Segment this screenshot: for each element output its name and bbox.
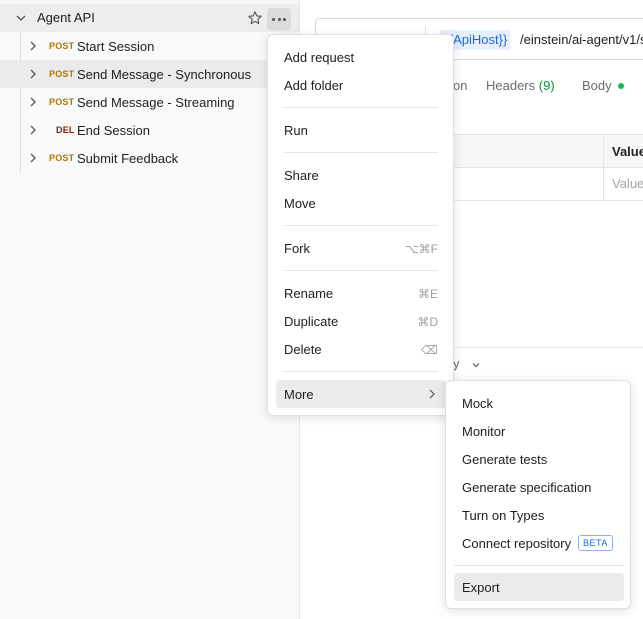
menu-item-rename[interactable]: Rename ⌘E — [276, 279, 446, 307]
shortcut-hint: ⌥⌘F — [404, 242, 438, 256]
chevron-right-icon[interactable] — [27, 124, 39, 136]
menu-item-add-request[interactable]: Add request — [276, 43, 446, 71]
menu-item-duplicate[interactable]: Duplicate ⌘D — [276, 307, 446, 335]
menu-item-more[interactable]: More — [276, 380, 446, 408]
submenu-item-label: Monitor — [462, 424, 506, 439]
beta-badge: BETA — [578, 535, 613, 551]
more-options-icon[interactable] — [267, 8, 291, 30]
menu-item-label: Move — [284, 196, 316, 211]
method-badge: POST — [49, 41, 75, 51]
request-label: Start Session — [77, 39, 155, 54]
request-label: Submit Feedback — [77, 151, 179, 166]
submenu-item-generate-tests[interactable]: Generate tests — [454, 445, 624, 473]
tab-headers-label: Headers — [486, 78, 536, 93]
request-label: Send Message - Synchronous — [77, 67, 252, 82]
submenu-item-export[interactable]: Export — [454, 573, 624, 601]
submenu-item-label: Mock — [462, 396, 494, 411]
chevron-right-icon[interactable] — [27, 40, 39, 52]
submenu-item-generate-specification[interactable]: Generate specification — [454, 473, 624, 501]
collection-context-menu: Add request Add folder Run Share Move Fo… — [267, 34, 454, 416]
request-label: End Session — [77, 123, 150, 138]
chevron-right-icon[interactable] — [27, 68, 39, 80]
chevron-down-icon[interactable] — [14, 11, 28, 25]
shortcut-hint: ⌘D — [417, 315, 438, 329]
request-item-submit-feedback[interactable]: POST Submit Feedback — [0, 144, 299, 172]
menu-item-label: Delete — [284, 342, 322, 357]
method-badge: POST — [49, 97, 75, 107]
menu-divider — [284, 152, 438, 153]
submenu-item-label: Generate specification — [462, 480, 592, 495]
star-icon[interactable] — [247, 10, 263, 26]
request-label: Send Message - Streaming — [77, 95, 235, 110]
submenu-item-monitor[interactable]: Monitor — [454, 417, 624, 445]
menu-divider — [284, 225, 438, 226]
menu-item-add-folder[interactable]: Add folder — [276, 71, 446, 99]
menu-item-label: Rename — [284, 286, 334, 301]
url-path[interactable]: /einstein/ai-agent/v1/s — [520, 32, 643, 47]
method-badge: DEL — [56, 125, 75, 135]
chevron-right-icon — [429, 389, 435, 399]
collection-name: Agent API — [37, 10, 95, 25]
menu-divider — [284, 371, 438, 372]
submenu-item-turn-on-types[interactable]: Turn on Types — [454, 501, 624, 529]
body-indicator-dot — [618, 83, 624, 89]
menu-divider — [284, 107, 438, 108]
headers-count: (9) — [538, 78, 555, 93]
chevron-right-icon[interactable] — [27, 96, 39, 108]
tab-headers[interactable]: Headers (9) — [486, 78, 555, 93]
menu-item-label: Duplicate — [284, 314, 339, 329]
chevron-down-icon — [472, 362, 480, 367]
method-badge: POST — [49, 69, 75, 79]
request-item-send-message-sync[interactable]: POST Send Message - Synchronous — [0, 60, 299, 88]
shortcut-hint: ⌘E — [417, 287, 438, 301]
submenu-item-mock[interactable]: Mock — [454, 389, 624, 417]
tab-body[interactable]: Body — [582, 78, 612, 93]
menu-item-label: Run — [284, 123, 308, 138]
menu-item-label: Add folder — [284, 78, 344, 93]
menu-item-share[interactable]: Share — [276, 161, 446, 189]
menu-item-run[interactable]: Run — [276, 116, 446, 144]
table-column-divider — [603, 135, 604, 200]
menu-item-fork[interactable]: Fork ⌥⌘F — [276, 234, 446, 262]
menu-item-label: Share — [284, 168, 319, 183]
request-item-end-session[interactable]: DEL End Session — [0, 116, 299, 144]
menu-item-label: Fork — [284, 241, 310, 256]
submenu-divider — [454, 565, 624, 566]
request-item-send-message-streaming[interactable]: POST Send Message - Streaming — [0, 88, 299, 116]
submenu-item-connect-repository[interactable]: Connect repository BETA — [454, 529, 624, 557]
request-item-start-session[interactable]: POST Start Session — [0, 32, 299, 60]
menu-item-label: More — [284, 387, 314, 402]
column-header-value: Value — [612, 144, 643, 159]
submenu-item-label: Generate tests — [462, 452, 548, 467]
submenu-item-label: Export — [462, 580, 500, 595]
menu-divider — [284, 270, 438, 271]
menu-item-delete[interactable]: Delete ⌫ — [276, 335, 446, 363]
chevron-right-icon[interactable] — [27, 152, 39, 164]
submenu-item-label: Connect repository — [462, 536, 572, 551]
menu-item-label: Add request — [284, 50, 355, 65]
response-history-dropdown[interactable]: y — [453, 356, 481, 371]
tab-partial[interactable]: on — [453, 78, 467, 93]
menu-item-move[interactable]: Move — [276, 189, 446, 217]
method-badge: POST — [49, 153, 75, 163]
more-submenu: Mock Monitor Generate tests Generate spe… — [445, 380, 631, 609]
submenu-item-label: Turn on Types — [462, 508, 545, 523]
collection-row-agent-api[interactable]: Agent API — [0, 4, 299, 32]
sidebar: Agent API POST Start Session POST Send M… — [0, 0, 300, 619]
value-input[interactable]: Value — [612, 176, 643, 191]
shortcut-hint: ⌫ — [421, 343, 438, 357]
